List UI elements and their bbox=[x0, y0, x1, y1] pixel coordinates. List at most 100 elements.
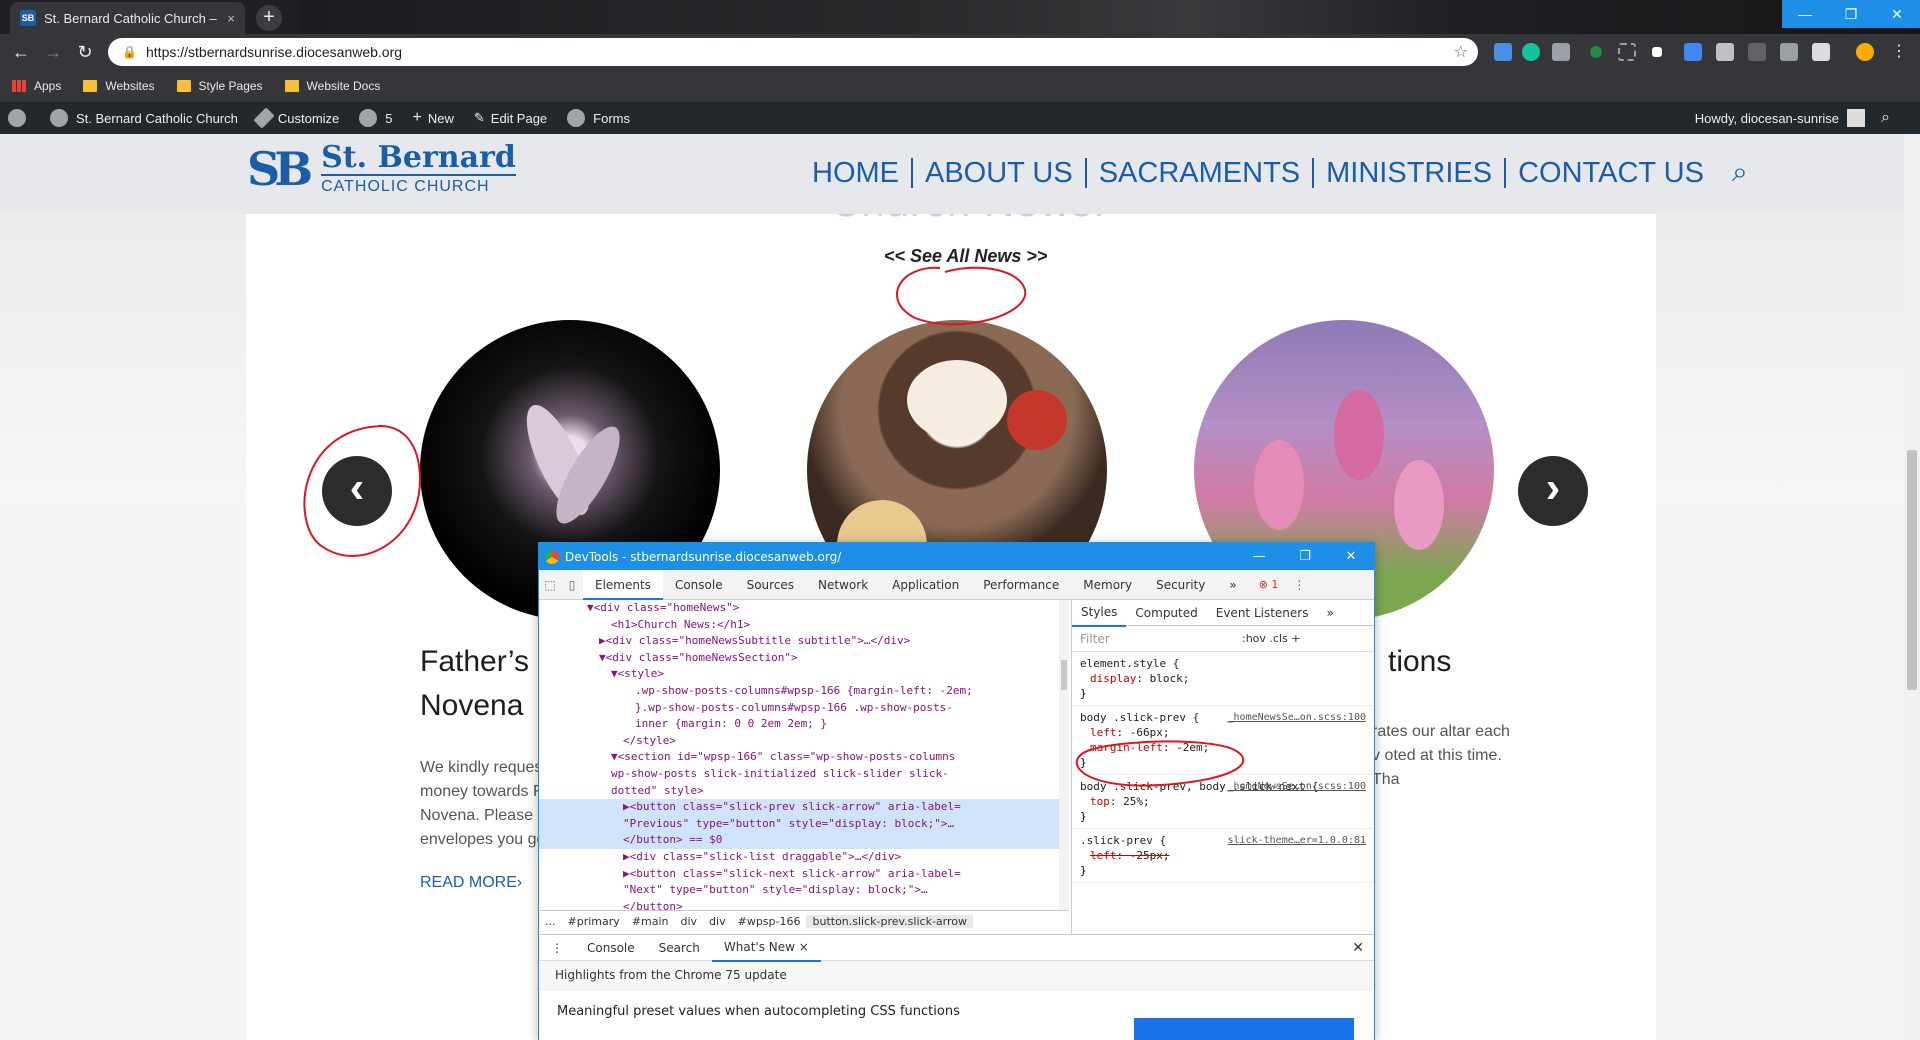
wordpress-logo-icon[interactable] bbox=[8, 109, 30, 127]
bookmark-star-icon[interactable]: ☆ bbox=[1454, 42, 1468, 62]
css-property[interactable]: top: 25%; bbox=[1080, 794, 1366, 809]
nav-home[interactable]: HOME bbox=[800, 157, 913, 188]
grammarly-extension-icon[interactable] bbox=[1522, 43, 1540, 61]
admin-site-name[interactable]: St. Bernard Catholic Church bbox=[50, 109, 238, 127]
devtools-titlebar[interactable]: DevTools - stbernardsunrise.diocesanweb.… bbox=[539, 543, 1374, 570]
elements-tree[interactable]: ▼<div class="homeNews"> <h1>Church News:<… bbox=[539, 600, 1069, 910]
dom-node-line[interactable]: ▼<section id="wpsp-166" class="wp-show-p… bbox=[539, 749, 1069, 766]
dom-node-line[interactable]: inner {margin: 0 0 2em 2em; } bbox=[539, 716, 1069, 733]
tab-security[interactable]: Security bbox=[1144, 570, 1217, 600]
pen-extension-icon[interactable] bbox=[1780, 43, 1798, 61]
nav-sacraments[interactable]: SACRAMENTS bbox=[1087, 157, 1315, 188]
device-toolbar-icon[interactable]: ▯ bbox=[561, 578, 583, 592]
breadcrumb-item[interactable]: button.slick-prev.slick-arrow bbox=[806, 915, 973, 928]
dom-node-line[interactable]: ▼<div class="homeNewsSection"> bbox=[539, 650, 1069, 667]
breadcrumb-item[interactable]: div bbox=[703, 915, 732, 928]
breadcrumb-item[interactable]: ... bbox=[539, 915, 562, 928]
breadcrumb-item[interactable]: #primary bbox=[562, 915, 626, 928]
carousel-prev-button[interactable]: ‹ bbox=[322, 456, 392, 526]
css-property[interactable]: left: -25px; bbox=[1080, 848, 1366, 863]
class-toggle[interactable]: .cls bbox=[1269, 632, 1287, 645]
read-more-link[interactable]: READ MORE› bbox=[420, 874, 522, 892]
breadcrumb-item[interactable]: #main bbox=[626, 915, 675, 928]
tab-network[interactable]: Network bbox=[806, 570, 880, 600]
window-maximize-button[interactable]: ❐ bbox=[1828, 0, 1874, 28]
tab-performance[interactable]: Performance bbox=[971, 570, 1071, 600]
dom-node-line[interactable]: </style> bbox=[539, 733, 1069, 750]
dom-node-line[interactable]: <h1>Church News:</h1> bbox=[539, 617, 1069, 634]
bookmark-website-docs[interactable]: Website Docs bbox=[284, 79, 380, 93]
tab-application[interactable]: Application bbox=[880, 570, 971, 600]
page-scrollbar[interactable] bbox=[1904, 134, 1920, 1040]
css-rule[interactable]: body .slick-prev {_homeNewsSe…on.scss:10… bbox=[1072, 706, 1374, 775]
address-bar[interactable]: 🔒 https://stbernardsunrise.diocesanweb.o… bbox=[108, 38, 1478, 66]
scrollbar-thumb[interactable] bbox=[1061, 660, 1067, 690]
forward-button[interactable]: → bbox=[42, 41, 64, 63]
nav-contact-us[interactable]: CONTACT US bbox=[1506, 158, 1716, 188]
extension-icon[interactable] bbox=[1590, 46, 1602, 58]
drawer-menu-icon[interactable]: ⋮ bbox=[539, 935, 575, 961]
dom-node-line[interactable]: </button> bbox=[539, 899, 1069, 910]
css-source-link[interactable]: _homeNewsSe…on.scss:100 bbox=[1228, 779, 1366, 794]
filter-input[interactable]: Filter bbox=[1080, 632, 1110, 646]
admin-edit-page[interactable]: ✎ Edit Page bbox=[474, 110, 547, 126]
admin-new[interactable]: + New bbox=[413, 109, 454, 127]
css-source-link[interactable]: slick-theme…er=1.0.0:81 bbox=[1228, 833, 1366, 848]
scrollbar-thumb[interactable] bbox=[1907, 450, 1917, 690]
tab-close-icon[interactable]: × bbox=[227, 11, 235, 26]
nav-about-us[interactable]: ABOUT US bbox=[913, 157, 1087, 188]
dom-node-line[interactable]: ▼<style> bbox=[539, 666, 1069, 683]
tab-elements[interactable]: Elements bbox=[583, 569, 663, 600]
translate-extension-icon[interactable] bbox=[1684, 43, 1702, 61]
devtools-maximize-button[interactable]: ❐ bbox=[1282, 543, 1328, 570]
css-rule[interactable]: .slick-prev {slick-theme…er=1.0.0:81 left… bbox=[1072, 829, 1374, 883]
elements-scrollbar[interactable] bbox=[1059, 600, 1069, 910]
dom-node-line[interactable]: wp-show-posts slick-initialized slick-sl… bbox=[539, 766, 1069, 783]
dom-node-line[interactable]: "Previous" type="button" style="display:… bbox=[539, 815, 1069, 833]
bookmark-websites[interactable]: Websites bbox=[83, 79, 155, 93]
site-search-icon[interactable]: ⌕ bbox=[1732, 156, 1748, 189]
carousel-next-button[interactable]: › bbox=[1518, 456, 1588, 526]
admin-search-icon[interactable]: ⌕ bbox=[1881, 109, 1890, 127]
drive-extension-icon[interactable] bbox=[1812, 43, 1830, 61]
screenshot-extension-icon[interactable] bbox=[1618, 43, 1636, 61]
tab-event-listeners[interactable]: Event Listeners bbox=[1207, 600, 1318, 626]
devtools-close-button[interactable]: ✕ bbox=[1328, 543, 1374, 570]
css-rule[interactable]: element.style {display: block;} bbox=[1072, 652, 1374, 706]
browser-menu-icon[interactable]: ⋮ bbox=[1890, 43, 1908, 61]
post-title[interactable]: Father’s Novena bbox=[420, 640, 529, 728]
camera-extension-icon[interactable] bbox=[1716, 43, 1734, 61]
extension-icon[interactable] bbox=[1652, 47, 1662, 57]
devtools-minimize-button[interactable]: — bbox=[1236, 543, 1282, 570]
back-button[interactable]: ← bbox=[10, 41, 32, 63]
css-rule[interactable]: body .slick-prev, body .slick-next {_hom… bbox=[1072, 775, 1374, 829]
profile-avatar[interactable] bbox=[1856, 43, 1874, 61]
devtools-menu-icon[interactable]: ⋮ bbox=[1288, 578, 1310, 592]
inspect-element-icon[interactable]: ⬚ bbox=[539, 578, 561, 592]
styles-filter[interactable]: Filter :hov .cls + bbox=[1072, 626, 1374, 652]
dom-node-line[interactable]: </button> == $0 bbox=[539, 832, 1069, 849]
dom-node-line[interactable]: dotted" style> bbox=[539, 783, 1069, 800]
bookmark-style-pages[interactable]: Style Pages bbox=[176, 79, 263, 93]
hover-state-toggle[interactable]: :hov .cls + bbox=[1242, 632, 1300, 645]
extension-icon[interactable] bbox=[1748, 43, 1766, 61]
dom-node-line[interactable]: .wp-show-posts-columns#wpsp-166 {margin-… bbox=[539, 683, 1069, 700]
admin-forms[interactable]: Forms bbox=[567, 109, 630, 127]
tab-memory[interactable]: Memory bbox=[1071, 570, 1144, 600]
dom-node-line[interactable]: "Next" type="button" style="display: blo… bbox=[539, 882, 1069, 899]
site-logo[interactable]: SB St. Bernard CATHOLIC CHURCH bbox=[247, 142, 516, 196]
breadcrumb-item[interactable]: #wpsp-166 bbox=[732, 915, 807, 928]
bookmark-apps[interactable]: Apps bbox=[12, 79, 61, 93]
nav-ministries[interactable]: MINISTRIES bbox=[1314, 157, 1507, 188]
tab-sources[interactable]: Sources bbox=[735, 570, 806, 600]
more-tabs-button[interactable]: » bbox=[1217, 570, 1248, 600]
tab-console[interactable]: Console bbox=[663, 570, 735, 600]
new-rule-button[interactable]: + bbox=[1291, 632, 1300, 645]
extension-icon[interactable] bbox=[1552, 43, 1570, 61]
post-title[interactable]: tions bbox=[1388, 640, 1451, 684]
admin-updates[interactable]: 5 bbox=[359, 109, 393, 127]
tab-computed[interactable]: Computed bbox=[1126, 600, 1206, 626]
browser-tab[interactable]: SB St. Bernard Catholic Church – Su × bbox=[10, 2, 245, 34]
window-minimize-button[interactable]: — bbox=[1782, 0, 1828, 28]
drawer-tab-console[interactable]: Console bbox=[575, 935, 647, 961]
